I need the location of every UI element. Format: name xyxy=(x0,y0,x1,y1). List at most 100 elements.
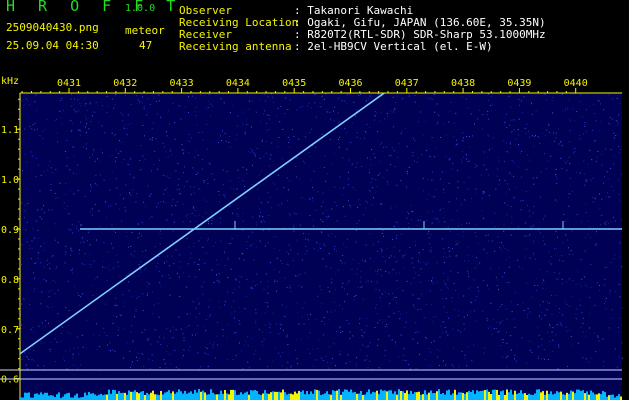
activity-bar-segment xyxy=(526,394,528,400)
activity-bar-segment xyxy=(148,394,150,400)
activity-bar-segment xyxy=(488,391,490,400)
activity-bar-segment xyxy=(246,391,248,400)
activity-bar-segment xyxy=(536,389,538,400)
activity-bar-segment xyxy=(268,393,270,400)
activity-bar-segment xyxy=(398,389,400,400)
activity-bar-segment xyxy=(26,392,28,400)
activity-bar-segment xyxy=(564,394,566,400)
activity-bar-segment xyxy=(464,393,466,400)
activity-bar-segment xyxy=(336,390,338,400)
activity-bar-segment xyxy=(314,389,316,400)
activity-bar-segment xyxy=(528,393,530,400)
activity-bar-segment xyxy=(574,393,576,400)
activity-bar-segment xyxy=(220,390,222,400)
activity-bar-segment xyxy=(602,391,604,400)
activity-bar-segment xyxy=(194,389,196,400)
activity-bar-segment xyxy=(174,393,176,400)
activity-bar-segment xyxy=(250,390,252,400)
activity-bar-segment xyxy=(540,392,542,400)
activity-bar-segment xyxy=(88,392,90,400)
activity-bar-segment xyxy=(142,390,144,400)
activity-bar-segment xyxy=(454,389,456,400)
activity-bar-segment xyxy=(200,391,202,400)
activity-bar-segment xyxy=(206,394,208,400)
activity-bar-segment xyxy=(334,391,336,400)
activity-bar-segment xyxy=(110,393,112,400)
activity-bar-segment xyxy=(604,392,606,400)
activity-bar-segment xyxy=(156,394,158,400)
activity-bar-segment xyxy=(560,391,562,400)
activity-bar-segment xyxy=(108,389,110,400)
activity-bar-segment xyxy=(116,393,118,400)
activity-bar-segment xyxy=(304,394,306,400)
activity-bar-segment xyxy=(100,393,102,400)
y-axis-unit: kHz xyxy=(1,76,19,87)
activity-bar-segment xyxy=(282,389,284,400)
activity-bar-segment xyxy=(228,394,230,400)
activity-bar-segment xyxy=(98,394,100,400)
activity-bar-segment xyxy=(452,393,454,400)
activity-bar-segment xyxy=(372,391,374,400)
activity-bar-segment xyxy=(52,395,54,400)
activity-bar-segment xyxy=(226,393,228,400)
meteor-count: 47 xyxy=(139,39,153,52)
activity-bar-segment xyxy=(120,392,122,400)
activity-bar-segment xyxy=(580,390,582,400)
time-tick-label: 0436 xyxy=(338,78,362,89)
activity-bar-segment xyxy=(556,391,558,400)
activity-bar-segment xyxy=(582,390,584,400)
time-tick-label: 0438 xyxy=(451,78,475,89)
activity-bar-segment xyxy=(578,389,580,400)
activity-bar-segment xyxy=(326,391,328,400)
activity-bar-segment xyxy=(288,393,290,400)
activity-bar-segment xyxy=(416,392,418,400)
activity-bar-segment xyxy=(394,391,396,400)
activity-bar-segment xyxy=(144,394,146,400)
activity-bar-segment xyxy=(150,392,152,400)
activity-bar-segment xyxy=(382,390,384,400)
activity-bar-segment xyxy=(46,392,48,400)
activity-bar-segment xyxy=(238,394,240,400)
activity-bar-segment xyxy=(138,393,140,400)
activity-bar-segment xyxy=(292,394,294,400)
activity-bar-segment xyxy=(258,394,260,400)
activity-bar-segment xyxy=(58,392,60,400)
activity-bar-segment xyxy=(480,390,482,400)
activity-bar-segment xyxy=(530,394,532,400)
activity-bar-segment xyxy=(44,392,46,400)
activity-bar-segment xyxy=(74,395,76,400)
frequency-tick-label: 1.0 xyxy=(1,175,19,186)
activity-bar-segment xyxy=(500,391,502,400)
time-tick-label: 0437 xyxy=(395,78,419,89)
activity-bar-segment xyxy=(558,392,560,400)
activity-bar-segment xyxy=(264,390,266,400)
activity-bar-segment xyxy=(414,392,416,400)
activity-bar-segment xyxy=(520,390,522,400)
activity-bar-segment xyxy=(42,394,44,400)
activity-bar-segment xyxy=(370,393,372,400)
activity-bar-segment xyxy=(66,393,68,400)
activity-bar-segment xyxy=(274,391,276,400)
activity-bar-segment xyxy=(360,390,362,400)
activity-bar-segment xyxy=(552,394,554,400)
activity-bar-segment xyxy=(140,391,142,400)
activity-bar-segment xyxy=(410,390,412,400)
activity-bar-segment xyxy=(468,390,470,400)
antenna-label: Receiving antenna xyxy=(179,40,292,53)
activity-bar-segment xyxy=(122,392,124,400)
activity-bar-segment xyxy=(420,394,422,400)
activity-bar-segment xyxy=(406,390,408,400)
activity-bar-segment xyxy=(368,389,370,400)
activity-bar-segment xyxy=(612,394,614,400)
activity-bar-segment xyxy=(230,389,232,400)
activity-bar-segment xyxy=(546,390,548,400)
activity-bar-segment xyxy=(136,392,138,400)
activity-bar-segment xyxy=(594,394,596,400)
activity-bar-segment xyxy=(210,389,212,400)
activity-bar-segment xyxy=(48,395,50,400)
activity-bar-segment xyxy=(584,393,586,400)
activity-bar-segment xyxy=(146,392,148,400)
activity-bar-segment xyxy=(504,394,506,400)
activity-bar-segment xyxy=(438,389,440,400)
activity-bar-segment xyxy=(316,389,318,400)
